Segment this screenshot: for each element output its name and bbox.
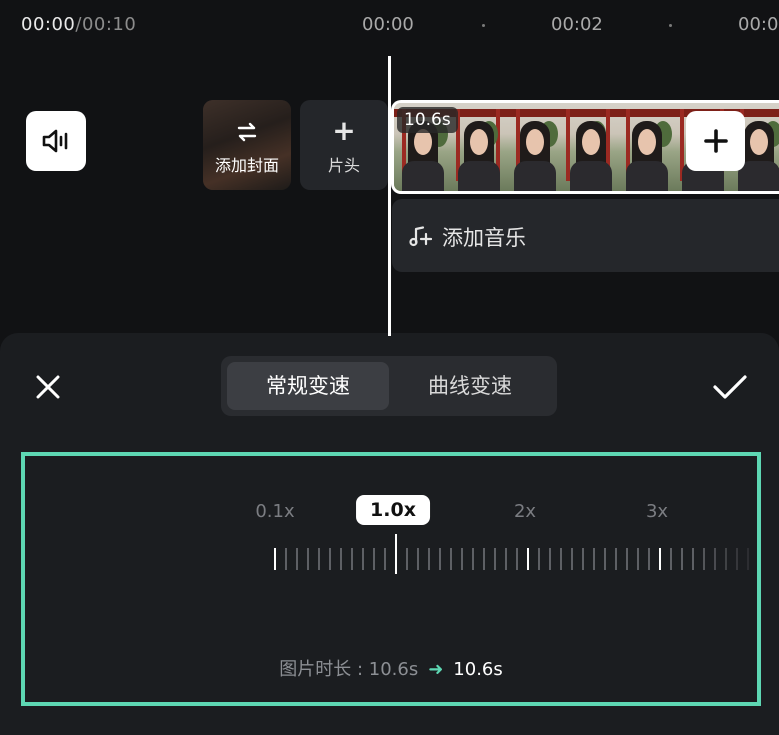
speed-tick bbox=[461, 548, 463, 570]
speed-tick bbox=[351, 548, 353, 570]
speed-tick bbox=[417, 548, 419, 570]
speed-tick bbox=[703, 548, 705, 570]
speed-tick bbox=[560, 548, 562, 570]
speed-tick bbox=[549, 548, 551, 570]
cover-shade bbox=[203, 100, 291, 190]
close-icon[interactable] bbox=[34, 373, 62, 401]
speed-tick bbox=[285, 548, 287, 570]
arrow-right-icon: ➜ bbox=[428, 659, 444, 680]
tab-normal-speed[interactable]: 常规变速 bbox=[227, 362, 389, 410]
plus-icon bbox=[703, 129, 728, 153]
speed-tick bbox=[450, 548, 452, 570]
speed-tick bbox=[538, 548, 540, 570]
speed-tick bbox=[472, 548, 474, 570]
duration-info: 图片时长 : 10.6s ➜ 10.6s bbox=[25, 655, 757, 681]
speed-tick bbox=[725, 548, 727, 570]
tab-curve-speed[interactable]: 曲线变速 bbox=[389, 362, 551, 410]
speed-tick bbox=[736, 548, 738, 570]
speed-tick-major bbox=[659, 548, 661, 570]
clip-frame bbox=[618, 103, 674, 191]
speed-tick bbox=[307, 548, 309, 570]
clip-frame bbox=[506, 103, 562, 191]
plus-icon: + bbox=[332, 114, 356, 147]
speaker-icon bbox=[42, 129, 68, 153]
speed-tick bbox=[439, 548, 441, 570]
speed-mark-2x: 2x bbox=[513, 501, 537, 522]
clip-duration-badge: 10.6s bbox=[397, 107, 458, 133]
ruler-label-0: 00:00 bbox=[362, 14, 414, 35]
speed-tick bbox=[615, 548, 617, 570]
speed-mark-0.1x: 0.1x bbox=[255, 501, 295, 522]
current-time: 00:00 bbox=[21, 14, 76, 35]
new-duration: 10.6s bbox=[453, 659, 503, 680]
speed-tick bbox=[692, 548, 694, 570]
checkmark-icon[interactable] bbox=[712, 373, 748, 401]
speed-tick bbox=[483, 548, 485, 570]
speed-tick bbox=[505, 548, 507, 570]
speed-tick bbox=[582, 548, 584, 570]
speed-tick bbox=[318, 548, 320, 570]
speed-mark-3x: 3x bbox=[645, 501, 669, 522]
cover-label: 添加封面 bbox=[214, 156, 279, 175]
clip-frame bbox=[562, 103, 618, 191]
speed-tick bbox=[340, 548, 342, 570]
add-cover-button[interactable]: 添加封面 bbox=[203, 100, 291, 190]
speed-tick bbox=[648, 548, 650, 570]
playback-time: 00:00/00:10 bbox=[21, 14, 136, 35]
music-note-icon bbox=[409, 226, 432, 247]
add-intro-button[interactable]: + 片头 bbox=[300, 100, 388, 190]
volume-button[interactable] bbox=[26, 111, 86, 171]
speed-tick bbox=[604, 548, 606, 570]
speed-tick bbox=[494, 548, 496, 570]
speed-tick bbox=[362, 548, 364, 570]
speed-tick bbox=[329, 548, 331, 570]
speed-tick bbox=[747, 548, 749, 570]
ruler-label-4: 00:0 bbox=[738, 14, 779, 35]
speed-tick-major bbox=[274, 548, 276, 570]
speed-tick bbox=[516, 548, 518, 570]
speed-tick bbox=[571, 548, 573, 570]
ruler-dot bbox=[669, 24, 672, 27]
current-speed-badge[interactable]: 1.0x bbox=[356, 495, 430, 525]
speed-slider-area: 0.1x 1.0x 2x 3x 图片时长 : 10.6s ➜ 10.6s bbox=[21, 452, 761, 706]
speed-tick bbox=[626, 548, 628, 570]
speed-tick bbox=[670, 548, 672, 570]
music-label: 添加音乐 bbox=[442, 226, 526, 250]
speed-tick bbox=[428, 548, 430, 570]
time-separator: / bbox=[75, 14, 82, 35]
speed-tick bbox=[406, 548, 408, 570]
speed-tick bbox=[637, 548, 639, 570]
add-music-track[interactable]: 添加音乐 bbox=[392, 199, 779, 272]
speed-tick bbox=[681, 548, 683, 570]
speed-mode-tabs: 常规变速 曲线变速 bbox=[221, 356, 557, 416]
speed-tick bbox=[373, 548, 375, 570]
speed-tick bbox=[593, 548, 595, 570]
intro-label: 片头 bbox=[327, 156, 360, 175]
playhead[interactable] bbox=[388, 56, 391, 336]
speed-tick bbox=[384, 548, 386, 570]
speed-tick-major bbox=[527, 548, 529, 570]
speed-slider-thumb[interactable] bbox=[395, 534, 397, 574]
speed-tick bbox=[296, 548, 298, 570]
swap-icon bbox=[237, 122, 257, 142]
speed-tick bbox=[714, 548, 716, 570]
total-time: 00:10 bbox=[81, 14, 137, 35]
clip-frame bbox=[450, 103, 506, 191]
add-clip-button[interactable] bbox=[686, 111, 745, 171]
ruler-dot bbox=[482, 24, 485, 27]
ruler-label-2: 00:02 bbox=[551, 14, 603, 35]
editor-screen: 00:00/00:10 00:00 00:02 00:0 添加封面 + 片头 1… bbox=[0, 0, 779, 735]
image-duration-label: 图片时长 : 10.6s bbox=[279, 659, 419, 680]
